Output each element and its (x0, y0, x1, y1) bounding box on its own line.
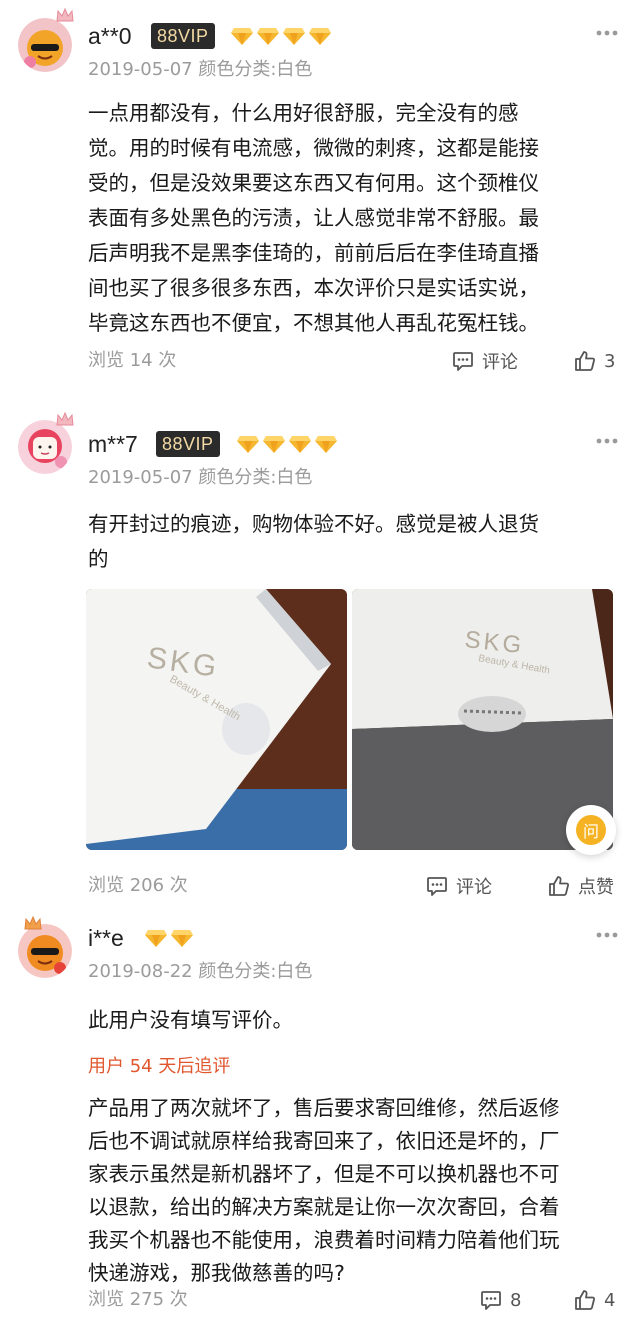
review-text-line: 有开封过的痕迹，购物体验不好。感觉是被人退货 (88, 512, 539, 536)
crown-icon (56, 8, 74, 22)
username[interactable]: a**0 (88, 22, 131, 50)
avatar[interactable] (18, 18, 72, 72)
comment-button[interactable]: 评论 (426, 871, 492, 901)
review-text-line: 后声明我不是黑李佳琦的，前前后后在李佳琦直播 (88, 241, 539, 265)
review-text-line: 一点用都没有，什么用好很舒服，完全没有的感 (88, 101, 519, 125)
review-text-line: 的 (88, 547, 109, 571)
view-count: 浏览 14 次 (88, 350, 177, 371)
diamond-icon (262, 434, 286, 454)
comment-icon (452, 350, 474, 372)
username[interactable]: i**e (88, 924, 124, 952)
review-card: a**0 88VIP 2019-05-07 颜色分类:白色 一点用都没有，什么用… (0, 0, 640, 400)
crown-icon (56, 412, 74, 426)
diamond-icon (282, 26, 306, 46)
review-text-line: 觉。用的时候有电流感，微微的刺疼，这都是能接 (88, 136, 539, 160)
more-options-icon[interactable] (596, 30, 618, 36)
diamond-icon (144, 928, 168, 948)
vip-badge: 88VIP (151, 23, 215, 49)
diamond-icon (288, 434, 312, 454)
review-card: m**7 88VIP 2019-05-07 颜色分类:白色 有开封过的痕迹，购物… (0, 400, 640, 920)
diamond-icon (230, 26, 254, 46)
followup-text-line: 以退款，给出的解决方案就是让你一次次寄回，合着 (88, 1195, 560, 1219)
comment-label: 评论 (482, 352, 518, 373)
review-footer: 浏览 14 次 评论 3 (0, 346, 640, 376)
review-card: i**e 2019-08-22 颜色分类:白色 此用户没有填写评价。 用户 54… (0, 910, 640, 1329)
comment-icon (426, 875, 448, 897)
like-count: 4 (604, 1289, 616, 1311)
review-text-line: 间也买了很多很多东西，本次评价只是实话实说， (88, 276, 539, 300)
comment-button[interactable]: 8 (480, 1285, 521, 1315)
followup-text-line: 产品用了两次就坏了，售后要求寄回维修，然后返修 (88, 1096, 560, 1120)
followup-text-line: 我买个机器也不能使用，浪费着时间精力陪着他们玩 (88, 1228, 560, 1252)
thumbs-up-icon (548, 875, 570, 897)
review-meta: 2019-05-07 颜色分类:白色 (88, 467, 313, 488)
like-count: 3 (604, 350, 616, 372)
followup-text-line: 后也不调试就原样给我寄回来了，依旧还是坏的，厂 (88, 1129, 560, 1153)
followup-text-line: 家表示虽然是新机器坏了，但是不可以换机器也不可 (88, 1162, 560, 1186)
diamond-icon (308, 26, 332, 46)
ask-icon: 问 (576, 815, 606, 845)
followup-label: 用户 54 天后追评 (88, 1056, 231, 1077)
comment-label: 评论 (456, 877, 492, 898)
review-text-line: 毕竟这东西也不便宜，不想其他人再乱花冤枉钱。 (88, 311, 539, 335)
diamond-icon (170, 928, 194, 948)
review-photo[interactable]: SKG Beauty & Health (86, 589, 347, 850)
thumbs-up-icon (574, 1289, 596, 1311)
more-options-icon[interactable] (596, 438, 618, 444)
avatar[interactable] (18, 924, 72, 978)
diamond-icon (256, 26, 280, 46)
view-count: 浏览 275 次 (88, 1289, 188, 1310)
ask-question-button[interactable]: 问 (566, 805, 616, 855)
review-text-line: 表面有多处黑色的污渍，让人感觉非常不舒服。最 (88, 206, 539, 230)
thumbs-up-icon (574, 350, 596, 372)
member-level-diamonds (144, 928, 194, 948)
view-count: 浏览 206 次 (88, 875, 188, 896)
more-options-icon[interactable] (596, 932, 618, 938)
review-text-line: 受的，但是没效果要这东西又有何用。这个颈椎仪 (88, 171, 539, 195)
member-level-diamonds (230, 26, 332, 46)
comment-count: 8 (510, 1289, 522, 1311)
vip-badge: 88VIP (156, 431, 220, 457)
username[interactable]: m**7 (88, 430, 138, 458)
review-footer: 浏览 275 次 8 4 (0, 1285, 640, 1315)
diamond-icon (314, 434, 338, 454)
review-text-line: 此用户没有填写评价。 (88, 1008, 293, 1032)
review-footer: 浏览 206 次 评论 点赞 (0, 871, 640, 901)
like-button[interactable]: 点赞 (548, 871, 614, 901)
review-meta: 2019-05-07 颜色分类:白色 (88, 59, 313, 80)
like-button[interactable]: 4 (574, 1285, 615, 1315)
review-meta: 2019-08-22 颜色分类:白色 (88, 961, 313, 982)
member-level-diamonds (236, 434, 338, 454)
avatar[interactable] (18, 420, 72, 474)
like-label: 点赞 (578, 877, 614, 898)
diamond-icon (236, 434, 260, 454)
crown-icon (24, 916, 42, 930)
comment-button[interactable]: 评论 (452, 346, 518, 376)
comment-icon (480, 1289, 502, 1311)
like-button[interactable]: 3 (574, 346, 615, 376)
